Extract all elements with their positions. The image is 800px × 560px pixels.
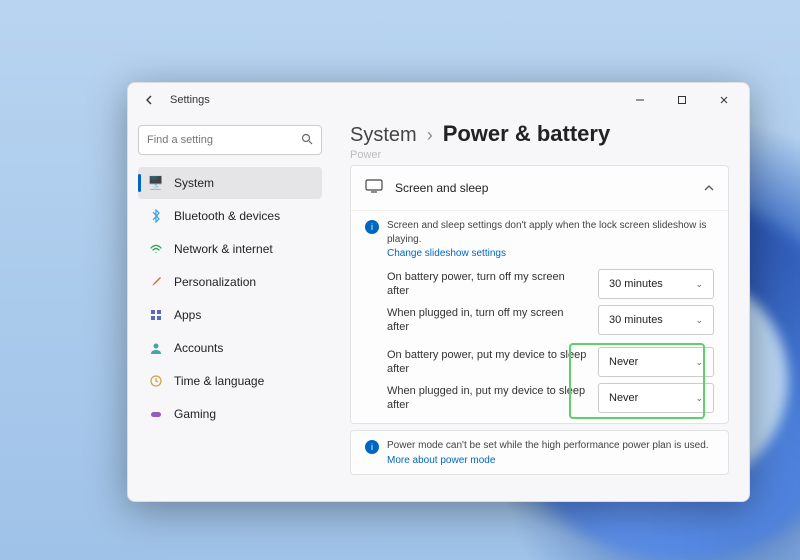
app-title: Settings <box>170 94 210 106</box>
dropdown-value: Never <box>609 392 638 404</box>
search-input[interactable] <box>147 134 295 146</box>
dropdown-value: 30 minutes <box>609 314 663 326</box>
breadcrumb-parent[interactable]: System <box>350 124 417 147</box>
system-icon: 🖥️ <box>148 175 164 191</box>
nav-label: Gaming <box>174 407 216 421</box>
plugged-sleep-dropdown[interactable]: Never ⌄ <box>598 383 714 413</box>
clock-icon <box>148 373 164 389</box>
setting-label: On battery power, turn off my screen aft… <box>387 270 588 299</box>
search-box[interactable] <box>138 125 322 155</box>
chevron-down-icon: ⌄ <box>695 279 703 290</box>
back-button[interactable] <box>140 90 160 110</box>
minimize-button[interactable] <box>619 85 661 115</box>
slideshow-settings-link[interactable]: Change slideshow settings <box>387 248 714 259</box>
setting-label: On battery power, put my device to sleep… <box>387 348 588 377</box>
power-mode-info-card: i Power mode can't be set while the high… <box>350 430 729 475</box>
nav-label: Network & internet <box>174 242 273 256</box>
titlebar: Settings <box>128 83 749 117</box>
nav-item-apps[interactable]: Apps <box>138 299 322 331</box>
info-icon: i <box>365 440 379 454</box>
card-title: Screen and sleep <box>395 181 692 195</box>
nav-item-bluetooth[interactable]: Bluetooth & devices <box>138 200 322 232</box>
nav-label: Bluetooth & devices <box>174 209 280 223</box>
close-button[interactable] <box>703 85 745 115</box>
nav-label: System <box>174 176 214 190</box>
nav-item-accounts[interactable]: Accounts <box>138 332 322 364</box>
nav-list: 🖥️ System Bluetooth & devices Network & … <box>138 167 322 430</box>
setting-row: On battery power, put my device to sleep… <box>387 347 714 377</box>
nav-item-gaming[interactable]: Gaming <box>138 398 322 430</box>
nav-item-network[interactable]: Network & internet <box>138 233 322 265</box>
power-mode-info-banner: i Power mode can't be set while the high… <box>351 431 728 474</box>
info-text: Screen and sleep settings don't apply wh… <box>387 219 714 246</box>
info-icon: i <box>365 220 379 234</box>
settings-window: Settings 🖥️ System <box>127 82 750 502</box>
dropdown-value: Never <box>609 356 638 368</box>
window-body: 🖥️ System Bluetooth & devices Network & … <box>128 117 749 501</box>
search-icon <box>301 133 313 148</box>
slideshow-info-banner: i Screen and sleep settings don't apply … <box>351 210 728 267</box>
screen-sleep-card: Screen and sleep i Screen and sleep sett… <box>350 165 729 424</box>
breadcrumb-current: Power & battery <box>443 121 611 147</box>
person-icon <box>148 340 164 356</box>
sleep-group: On battery power, put my device to sleep… <box>351 345 728 423</box>
chevron-down-icon: ⌄ <box>695 315 703 326</box>
bluetooth-icon <box>148 208 164 224</box>
nav-label: Accounts <box>174 341 223 355</box>
truncated-prev-section: Power <box>350 149 729 161</box>
sidebar: 🖥️ System Bluetooth & devices Network & … <box>128 117 330 501</box>
window-controls <box>619 85 745 115</box>
breadcrumb: System › Power & battery <box>350 121 729 147</box>
nav-label: Apps <box>174 308 201 322</box>
display-icon <box>365 179 383 198</box>
chevron-down-icon: ⌄ <box>695 357 703 368</box>
setting-row: When plugged in, put my device to sleep … <box>387 383 714 413</box>
nav-item-time[interactable]: Time & language <box>138 365 322 397</box>
setting-label: When plugged in, put my device to sleep … <box>387 384 588 413</box>
brush-icon <box>148 274 164 290</box>
setting-label: When plugged in, turn off my screen afte… <box>387 306 588 335</box>
power-mode-link[interactable]: More about power mode <box>387 455 709 466</box>
wifi-icon <box>148 241 164 257</box>
info-text: Power mode can't be set while the high p… <box>387 439 709 453</box>
card-header-toggle[interactable]: Screen and sleep <box>351 166 728 210</box>
chevron-right-icon: › <box>427 125 433 146</box>
nav-label: Personalization <box>174 275 256 289</box>
chevron-down-icon: ⌄ <box>695 393 703 404</box>
dropdown-value: 30 minutes <box>609 278 663 290</box>
screen-off-group: On battery power, turn off my screen aft… <box>351 267 728 345</box>
setting-row: When plugged in, turn off my screen afte… <box>387 305 714 335</box>
apps-icon <box>148 307 164 323</box>
content-area: System › Power & battery Power Screen an… <box>330 117 749 501</box>
battery-screen-off-dropdown[interactable]: 30 minutes ⌄ <box>598 269 714 299</box>
nav-item-personalization[interactable]: Personalization <box>138 266 322 298</box>
gamepad-icon <box>148 406 164 422</box>
nav-label: Time & language <box>174 374 264 388</box>
plugged-screen-off-dropdown[interactable]: 30 minutes ⌄ <box>598 305 714 335</box>
battery-sleep-dropdown[interactable]: Never ⌄ <box>598 347 714 377</box>
maximize-button[interactable] <box>661 85 703 115</box>
setting-row: On battery power, turn off my screen aft… <box>387 269 714 299</box>
nav-item-system[interactable]: 🖥️ System <box>138 167 322 199</box>
chevron-up-icon <box>704 182 714 194</box>
